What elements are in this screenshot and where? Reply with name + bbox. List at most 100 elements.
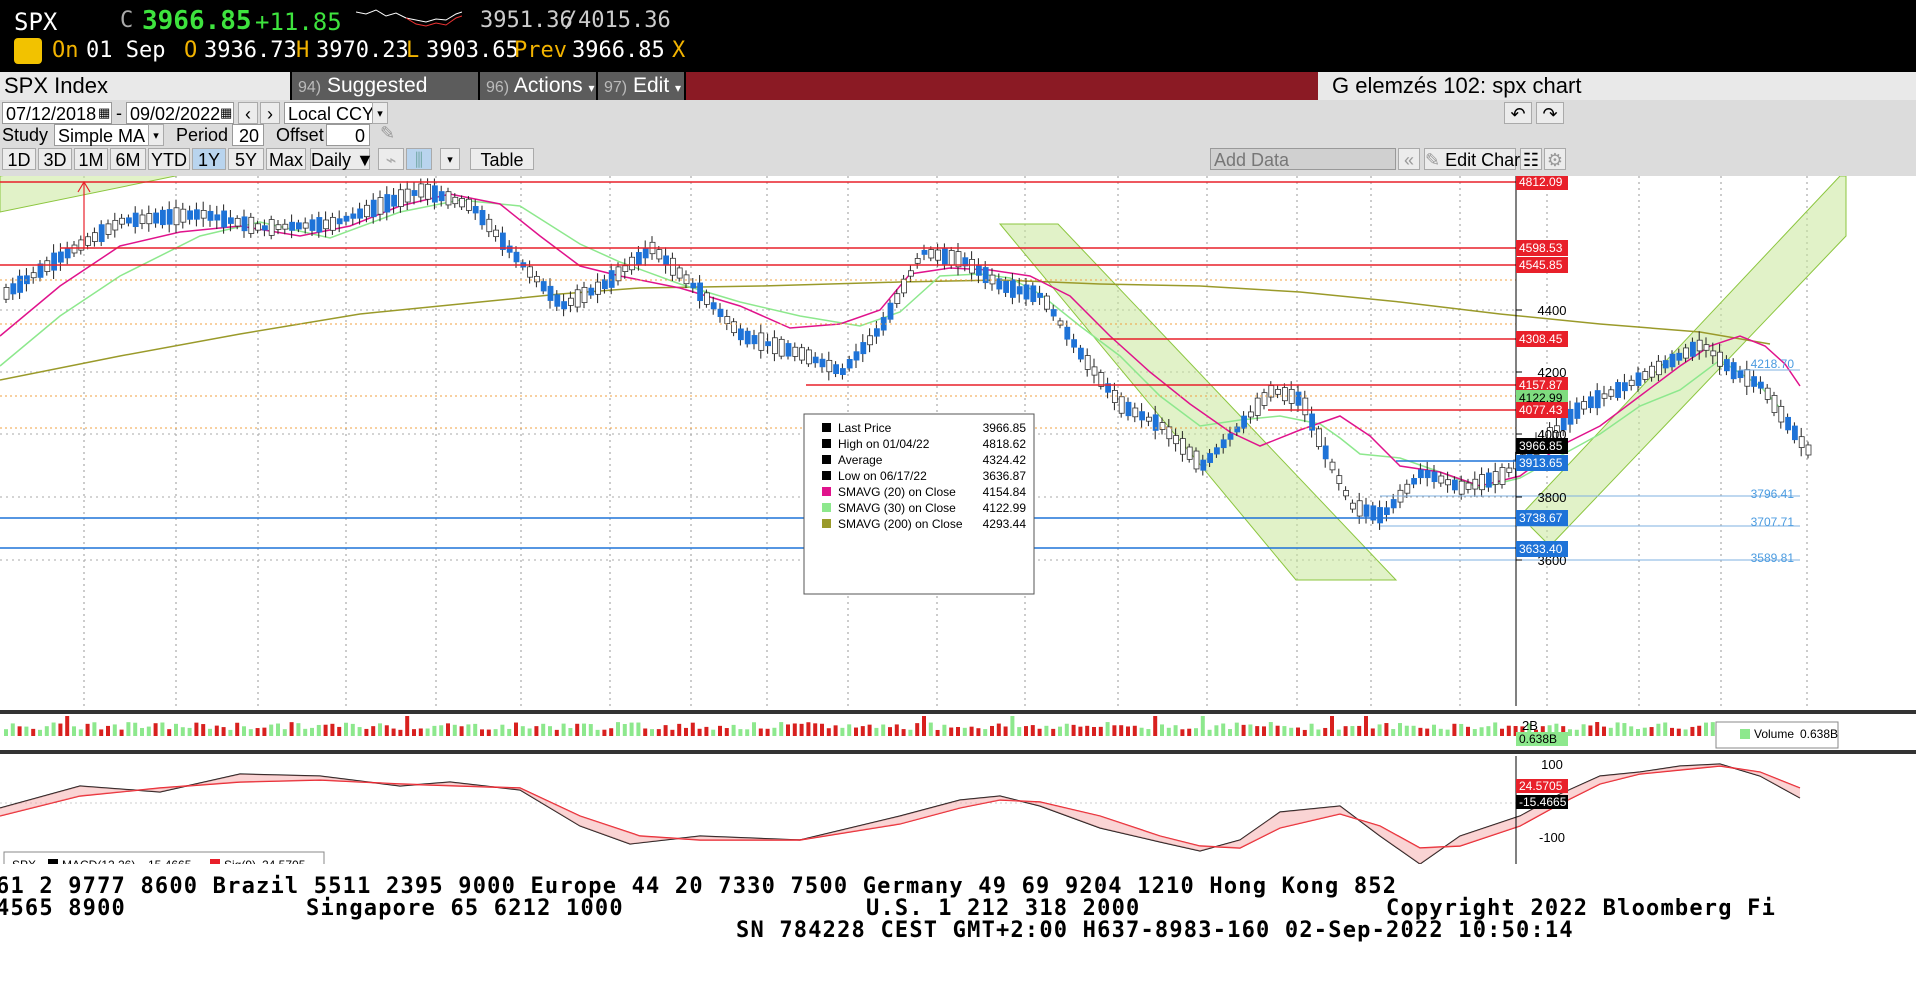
volume-bar [636, 722, 641, 736]
start-date-input[interactable]: 07/12/2018 [2, 102, 112, 124]
period-input[interactable]: 20 [232, 124, 264, 146]
volume-bar [1506, 725, 1511, 736]
volume-bar [1289, 727, 1294, 736]
tab-actions[interactable]: 96) Actions ▾ [480, 72, 596, 100]
volume-bar [765, 728, 770, 736]
volume-bar [1710, 722, 1715, 736]
volume-bar [1622, 723, 1627, 736]
range-low: 3951.36 [480, 8, 573, 33]
redo-icon[interactable]: ↷ [1536, 102, 1564, 124]
next-period-button[interactable]: › [260, 102, 280, 124]
volume-bar [1166, 727, 1171, 736]
candle-body [1758, 381, 1764, 389]
volume-bar [4, 729, 8, 736]
close-x-button[interactable]: X [672, 38, 685, 63]
volume-axis-tick: 2B [1522, 718, 1538, 733]
bar-chart-icon[interactable]: ⫼ [406, 148, 432, 170]
volume-bar [527, 728, 532, 736]
candle-body [1356, 500, 1363, 517]
volume-bar [677, 723, 682, 736]
end-date-input[interactable]: 09/02/2022 [126, 102, 234, 124]
volume-bar [1500, 728, 1504, 736]
line-chart-icon[interactable]: ⌁ [378, 148, 404, 170]
volume-bar [493, 729, 498, 736]
range-button-1d[interactable]: 1D [2, 148, 36, 170]
edit-chart-button[interactable]: ✎ Edit Chart [1424, 148, 1525, 170]
range-button-1m[interactable]: 1M [74, 148, 108, 170]
range-button-max[interactable]: Max [266, 148, 306, 170]
chart-settings-icon[interactable]: ☷ [1520, 148, 1542, 170]
calendar-icon[interactable]: ▦ [220, 102, 232, 124]
candle-body [282, 223, 289, 230]
range-button-6m[interactable]: 6M [110, 148, 146, 170]
volume-bar [1248, 724, 1253, 736]
candle-body [234, 217, 241, 227]
volume-bar [296, 723, 301, 736]
price-axis-label: 3800 [1538, 490, 1567, 505]
volume-bar [826, 728, 831, 736]
chevron-down-icon[interactable]: ▾ [148, 124, 164, 146]
candle-body [289, 221, 296, 231]
tab-num: 97) [604, 79, 628, 96]
offset-input[interactable]: 0 [326, 124, 370, 146]
security-name[interactable]: SPX Index [0, 72, 290, 100]
candle-body [221, 210, 228, 228]
volume-bar [160, 722, 165, 736]
add-data-input[interactable]: Add Data [1210, 148, 1396, 170]
study-select[interactable]: Simple MA [54, 124, 150, 146]
candle-body [166, 209, 173, 225]
collapse-icon[interactable]: « [1398, 148, 1420, 170]
chevron-down-icon[interactable]: ▾ [372, 102, 388, 124]
candle-body [377, 197, 384, 215]
candle-body [1248, 411, 1254, 418]
frequency-select[interactable]: Daily ▼ [310, 148, 374, 170]
candle-body [159, 209, 166, 226]
volume-bar [935, 729, 940, 736]
candle-body [30, 272, 37, 279]
tab-edit[interactable]: 97) Edit ▾ [598, 72, 684, 100]
volume-bar [58, 723, 63, 736]
volume-bar [629, 722, 634, 736]
price-chart[interactable]: 4218.703796.413707.713589.81440042004000… [0, 145, 1916, 880]
range-button-5y[interactable]: 5Y [228, 148, 264, 170]
volume-bar [1234, 722, 1239, 736]
chevron-down-icon[interactable]: ▾ [440, 148, 460, 170]
volume-bar [1214, 725, 1219, 736]
candle-body [329, 216, 336, 231]
range-button-3d[interactable]: 3D [38, 148, 72, 170]
candle-body [840, 368, 846, 375]
candle-body [302, 222, 309, 229]
candle-body [1282, 387, 1288, 402]
calendar-icon[interactable]: ▦ [98, 102, 110, 124]
candle-body [1363, 504, 1370, 517]
candle-body [588, 287, 595, 296]
volume-bar [398, 729, 403, 736]
tab-suggested-charts[interactable]: 94) Suggested Charts [292, 72, 478, 127]
volume-bar [996, 723, 1001, 736]
volume-bar [310, 727, 314, 736]
volume-bar [616, 722, 620, 736]
range-button-1y[interactable]: 1Y [192, 148, 226, 170]
table-button[interactable]: Table [470, 148, 534, 170]
candle-body [452, 196, 459, 205]
range-button-ytd[interactable]: YTD [148, 148, 190, 170]
undo-icon[interactable]: ↶ [1504, 102, 1532, 124]
volume-bar [724, 728, 729, 736]
legend-swatch [822, 487, 831, 496]
gear-icon[interactable]: ⚙ [1544, 148, 1566, 170]
candle-body [255, 223, 262, 231]
volume-bar [486, 729, 491, 736]
currency-select[interactable]: Local CCY [284, 102, 374, 124]
candle-body [1724, 359, 1730, 372]
chart-area[interactable]: 4218.70 3796.41 3707.71 3589.81 4400 4200 4000… [0, 145, 1916, 880]
candle-body [1316, 428, 1322, 447]
pencil-icon[interactable]: ✎ [380, 122, 395, 144]
candle-body [1690, 341, 1696, 357]
volume-bar [1207, 729, 1212, 736]
volume-bar [221, 727, 226, 736]
prev-period-button[interactable]: ‹ [238, 102, 258, 124]
volume-bar [65, 716, 70, 736]
volume-bar [1588, 725, 1593, 736]
volume-bar [1275, 725, 1280, 736]
candle-body [935, 249, 941, 261]
